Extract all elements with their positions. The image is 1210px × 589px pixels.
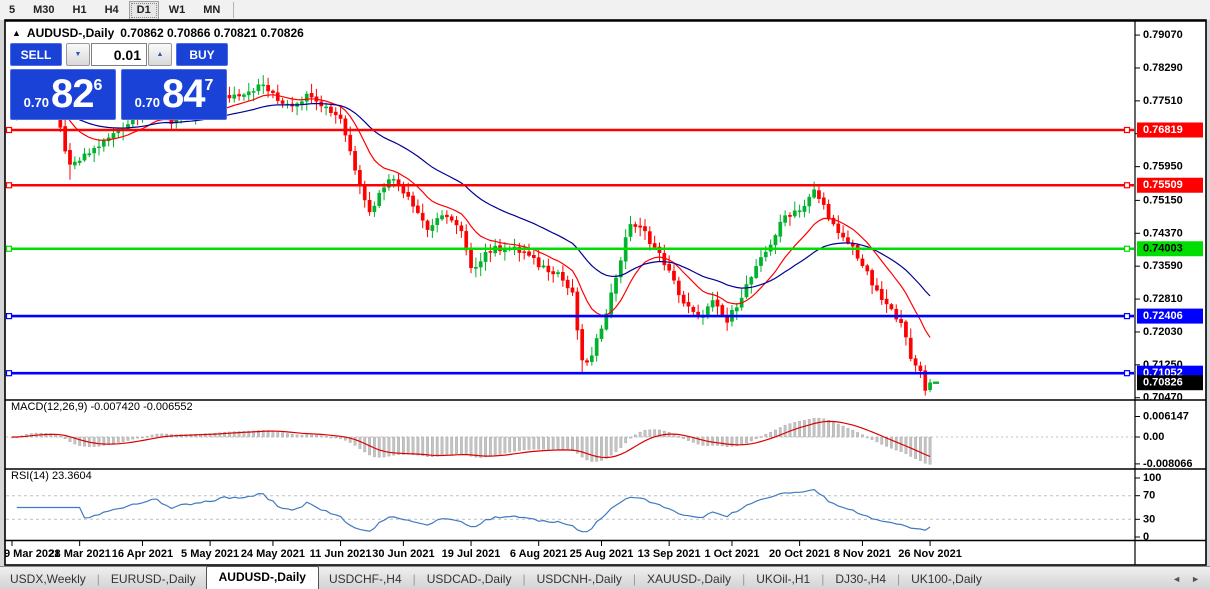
sell-button[interactable]: SELL <box>10 43 62 66</box>
date-tick-label: 1 Oct 2021 <box>704 548 759 560</box>
rsi-label: RSI(14) 23.3604 <box>11 470 92 482</box>
buy-price-prefix: 0.70 <box>135 95 160 110</box>
sell-price-sup: 6 <box>93 77 102 95</box>
date-tick-label: 28 Mar 2021 <box>48 548 110 560</box>
price-tick-label: 0.77510 <box>1143 95 1183 107</box>
date-tick-label: 30 Jun 2021 <box>372 548 434 560</box>
chart-title: ▲ AUDUSD-,Daily 0.70862 0.70866 0.70821 … <box>12 26 304 40</box>
price-label-badge: 0.70826 <box>1137 375 1203 390</box>
collapse-arrow-icon[interactable]: ▲ <box>12 28 21 38</box>
volume-input[interactable]: 0.01 <box>91 43 147 66</box>
price-label-badge: 0.75509 <box>1137 178 1203 193</box>
chart-tab-uk100-daily[interactable]: UK100-,Daily <box>901 569 992 589</box>
macd-tick-label: 0.006147 <box>1143 411 1189 423</box>
svg-text:0.74003: 0.74003 <box>1143 243 1183 255</box>
mt4-window: 5M30H1H4D1W1MN 0.790700.782900.775100.76… <box>0 0 1210 589</box>
price-tick-label: 0.72810 <box>1143 293 1183 305</box>
rsi-tick-label: 30 <box>1143 513 1155 525</box>
date-tick-label: 11 Jun 2021 <box>310 548 372 560</box>
buy-price-big: 84 <box>162 71 205 117</box>
date-tick-label: 26 Nov 2021 <box>898 548 962 560</box>
price-label-badge: 0.72406 <box>1137 309 1203 324</box>
price-tick-label: 0.73590 <box>1143 260 1183 272</box>
price-tick-label: 0.79070 <box>1143 29 1183 41</box>
price-tick-label: 0.74370 <box>1143 227 1183 239</box>
volume-increase-button[interactable]: ▲ <box>148 43 172 66</box>
date-tick-label: 24 May 2021 <box>241 548 305 560</box>
chart-tab-xauusd-daily[interactable]: XAUUSD-,Daily <box>637 569 741 589</box>
price-tick-label: 0.72030 <box>1143 326 1183 338</box>
last-price-marker <box>933 382 939 384</box>
macd-tick-label: -0.008066 <box>1143 458 1193 470</box>
price-tick-label: 0.75950 <box>1143 161 1183 173</box>
macd-tick-label: 0.00 <box>1143 431 1164 443</box>
sell-price-big: 82 <box>51 71 94 117</box>
buy-price-display[interactable]: 0.70 84 7 <box>121 69 227 120</box>
chart-tab-audusd-daily[interactable]: AUDUSD-,Daily <box>206 566 319 589</box>
symbol-name: AUDUSD-,Daily <box>27 26 114 40</box>
price-tick-label: 0.70470 <box>1143 392 1183 404</box>
ohlc-quotes: 0.70862 0.70866 0.70821 0.70826 <box>120 26 304 40</box>
date-tick-label: 19 Jul 2021 <box>442 548 501 560</box>
buy-price-sup: 7 <box>204 77 213 95</box>
tabs-scroll-right-icon[interactable]: ► <box>1191 574 1200 584</box>
date-tick-label: 13 Sep 2021 <box>638 548 701 560</box>
date-tick-label: 8 Nov 2021 <box>834 548 891 560</box>
price-tick-label: 0.75150 <box>1143 194 1183 206</box>
rsi-tick-label: 100 <box>1143 472 1161 484</box>
tabs-scroll-left-icon[interactable]: ◄ <box>1172 574 1181 584</box>
chart-tabs-bar: USDX,Weekly|EURUSD-,DailyAUDUSD-,DailyUS… <box>0 566 1210 589</box>
chart-tab-usdcad-daily[interactable]: USDCAD-,Daily <box>417 569 522 589</box>
svg-text:0.76819: 0.76819 <box>1143 124 1183 136</box>
chart-tab-ukoil-h1[interactable]: UKOil-,H1 <box>746 569 820 589</box>
chart-tab-usdchf-h4[interactable]: USDCHF-,H4 <box>319 569 412 589</box>
one-click-trading-panel: SELL ▼ 0.01 ▲ BUY 0.70 82 6 0.70 84 7 <box>10 43 228 120</box>
date-tick-label: 25 Aug 2021 <box>570 548 634 560</box>
chart-tab-dj30-h4[interactable]: DJ30-,H4 <box>825 569 896 589</box>
rsi-tick-label: 70 <box>1143 490 1155 502</box>
sell-price-prefix: 0.70 <box>24 95 49 110</box>
chart-tab-eurusd-daily[interactable]: EURUSD-,Daily <box>101 569 206 589</box>
buy-button[interactable]: BUY <box>176 43 228 66</box>
sell-price-display[interactable]: 0.70 82 6 <box>10 69 116 120</box>
price-tick-label: 0.78290 <box>1143 62 1183 74</box>
date-tick-label: 6 Aug 2021 <box>510 548 568 560</box>
chart-tab-usdcnh-daily[interactable]: USDCNH-,Daily <box>527 569 632 589</box>
svg-text:0.70826: 0.70826 <box>1143 377 1183 389</box>
svg-text:0.75509: 0.75509 <box>1143 179 1183 191</box>
price-label-badge: 0.76819 <box>1137 122 1203 137</box>
rsi-tick-label: 0 <box>1143 531 1149 543</box>
macd-label: MACD(12,26,9) -0.007420 -0.006552 <box>11 401 193 413</box>
price-label-badge: 0.74003 <box>1137 241 1203 256</box>
date-tick-label: 20 Oct 2021 <box>769 548 830 560</box>
date-tick-label: 16 Apr 2021 <box>112 548 173 560</box>
svg-text:0.72406: 0.72406 <box>1143 310 1183 322</box>
date-tick-label: 5 May 2021 <box>181 548 239 560</box>
chart-tab-usdx-weekly[interactable]: USDX,Weekly <box>0 569 96 589</box>
volume-decrease-button[interactable]: ▼ <box>66 43 90 66</box>
